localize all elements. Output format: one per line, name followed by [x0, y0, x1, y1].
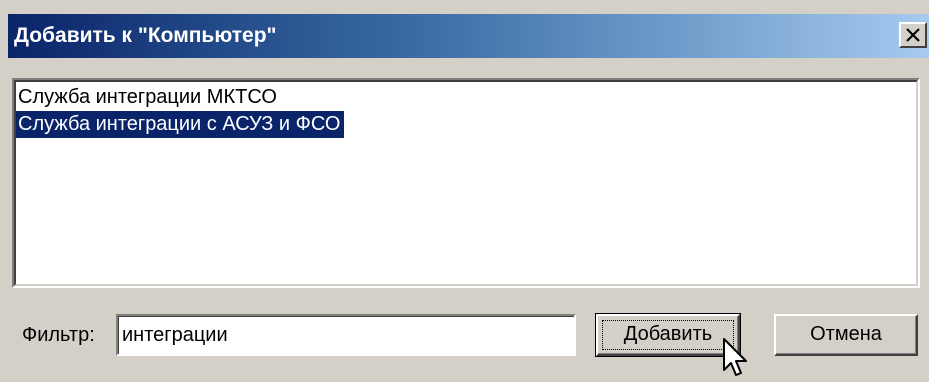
add-button[interactable]: Добавить	[595, 313, 741, 357]
filter-input[interactable]	[116, 314, 576, 356]
close-icon	[906, 28, 920, 42]
focus-rectangle	[602, 320, 734, 350]
title-bar[interactable]: Добавить к "Компьютер"	[8, 14, 929, 58]
list-item-selected[interactable]: Служба интеграции с АСУЗ и ФСО	[16, 111, 345, 138]
mouse-pointer-icon	[723, 338, 747, 376]
services-list[interactable]: Служба интеграции МКТСО Служба интеграци…	[12, 78, 920, 288]
cancel-button[interactable]: Отмена	[774, 314, 918, 356]
cancel-button-label: Отмена	[810, 323, 882, 345]
filter-label: Фильтр:	[22, 324, 95, 346]
list-item[interactable]: Служба интеграции МКТСО	[16, 84, 281, 111]
close-button[interactable]	[899, 22, 927, 48]
add-to-computer-dialog: Добавить к "Компьютер" Служба интеграции…	[0, 0, 929, 382]
window-title: Добавить к "Компьютер"	[14, 24, 277, 47]
